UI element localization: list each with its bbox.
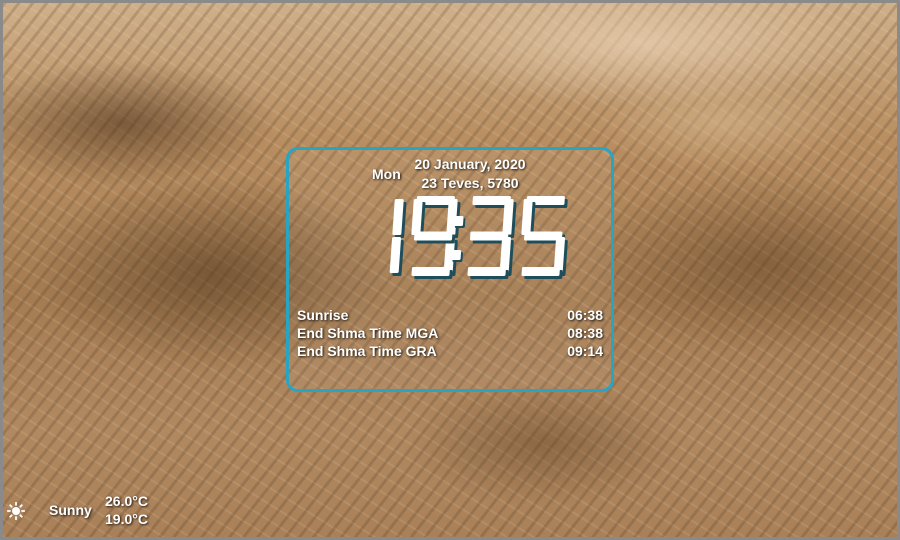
digital-clock xyxy=(389,196,568,279)
zman-time: 09:14 xyxy=(567,343,603,359)
zman-row-shma-mga: End Shma Time MGA 08:38 xyxy=(297,325,603,341)
zman-label: End Shma Time GRA xyxy=(297,343,437,359)
clock-digit xyxy=(467,196,517,279)
zman-label: End Shma Time MGA xyxy=(297,325,439,341)
zman-time: 06:38 xyxy=(567,307,603,323)
temp-low: 19.0°C xyxy=(105,511,148,527)
zman-time: 08:38 xyxy=(567,325,603,341)
clock-digit xyxy=(521,196,568,279)
weekday-label: Mon xyxy=(372,166,401,182)
hebrew-date: 23 Teves, 5780 xyxy=(421,175,519,191)
clock-digit xyxy=(411,196,461,279)
gregorian-date: 20 January, 2020 xyxy=(414,156,526,172)
clock-digit xyxy=(389,199,407,276)
temp-high: 26.0°C xyxy=(105,493,148,509)
sun-icon xyxy=(7,502,25,520)
weather-condition: Sunny xyxy=(49,502,92,518)
zman-label: Sunrise xyxy=(297,307,349,323)
zman-row-shma-gra: End Shma Time GRA 09:14 xyxy=(297,343,603,359)
zman-row-sunrise: Sunrise 06:38 xyxy=(297,307,603,323)
